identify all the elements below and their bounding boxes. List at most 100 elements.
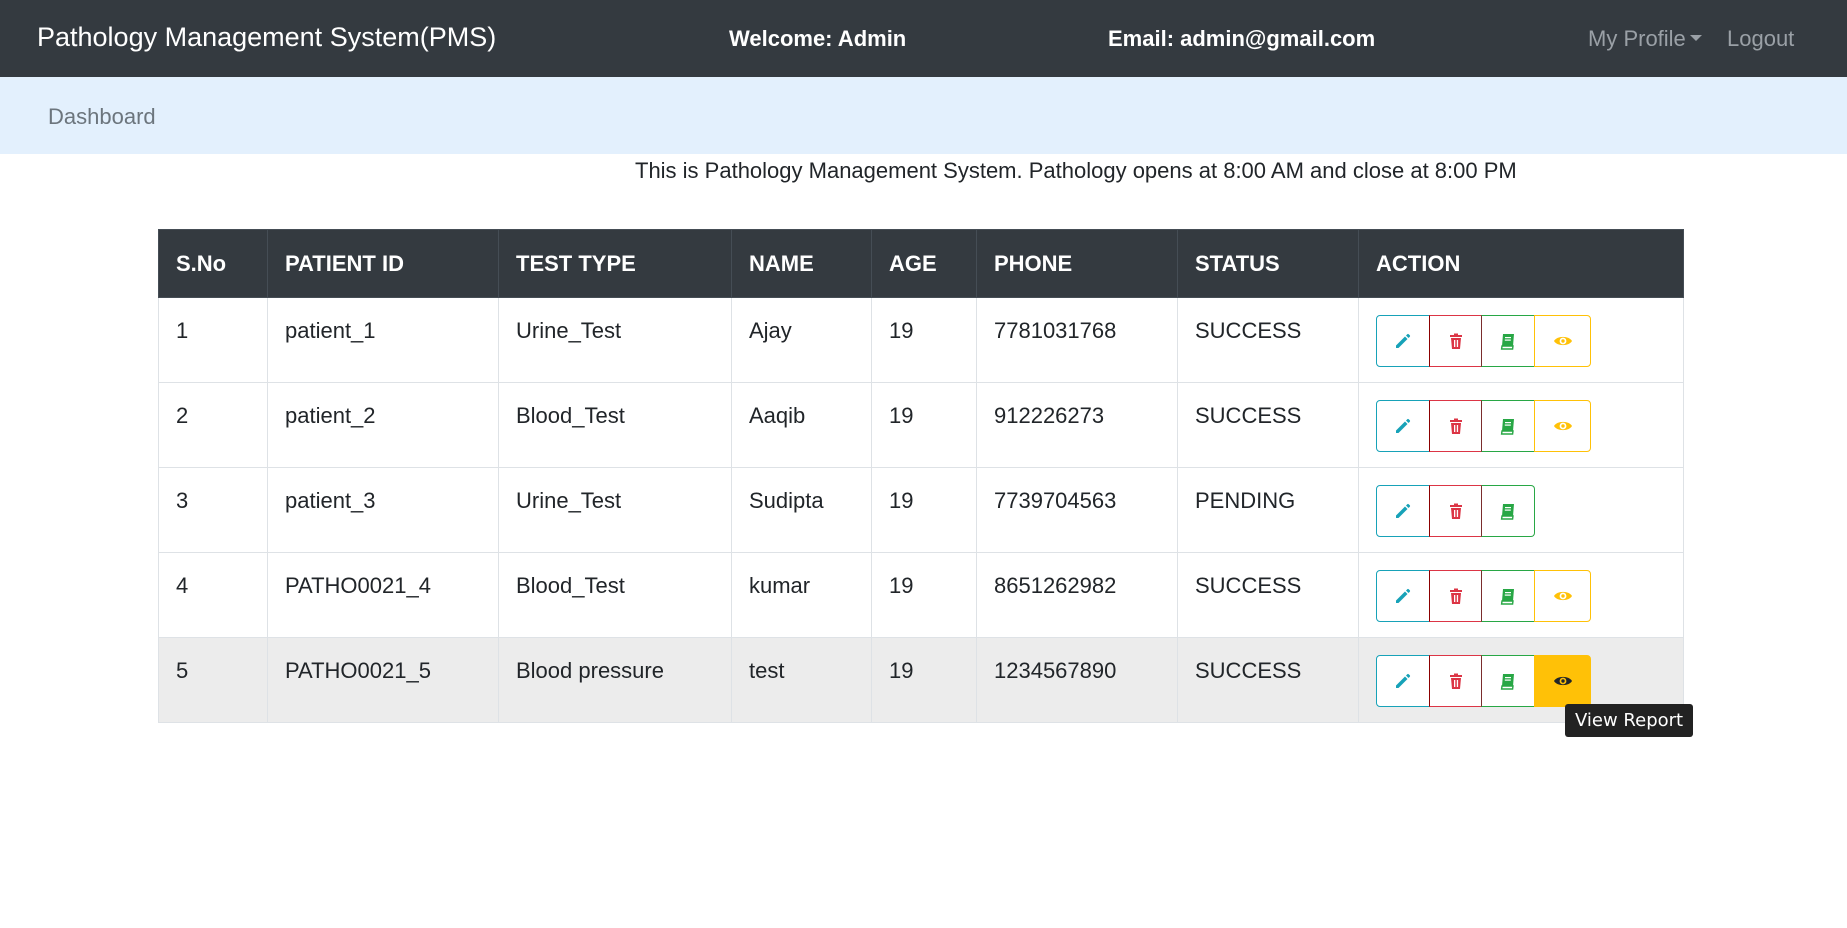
book-icon (1498, 331, 1518, 351)
my-profile-label: My Profile (1588, 26, 1686, 51)
welcome-text: Welcome: Admin (729, 26, 907, 51)
trash-icon (1446, 671, 1466, 691)
table-row: 4 PATHO0021_4 Blood_Test kumar 19 8651262982 S… (158, 552, 1684, 638)
cell-name: Sudipta (731, 467, 872, 553)
cell-action (1358, 467, 1684, 553)
cell-action (1358, 382, 1684, 468)
trash-icon (1446, 586, 1466, 606)
delete-button[interactable] (1429, 655, 1482, 707)
cell-phone: 912226273 (976, 382, 1178, 468)
cell-sno: 4 (158, 552, 268, 638)
eye-icon (1553, 586, 1573, 606)
cell-test-type: Blood pressure (498, 637, 732, 723)
trash-icon (1446, 416, 1466, 436)
book-icon (1498, 586, 1518, 606)
edit-button[interactable] (1376, 400, 1430, 452)
col-header-test-type: TEST TYPE (498, 229, 732, 298)
cell-sno: 3 (158, 467, 268, 553)
pencil-icon (1393, 416, 1413, 436)
view-report-button[interactable] (1534, 400, 1591, 452)
cell-action (1358, 552, 1684, 638)
cell-action (1358, 297, 1684, 383)
cell-age: 19 (871, 297, 977, 383)
cell-name: Aaqib (731, 382, 872, 468)
action-button-group (1376, 315, 1666, 367)
table-row: 5 PATHO0021_5 Blood pressure test 19 12345678… (158, 637, 1684, 723)
trash-icon (1446, 331, 1466, 351)
table-row: 1 patient_1 Urine_Test Ajay 19 7781031768 SUCC… (158, 297, 1684, 383)
cell-status: SUCCESS (1177, 637, 1359, 723)
col-header-sno: S.No (158, 229, 268, 298)
edit-button[interactable] (1376, 655, 1430, 707)
intro-text: This is Pathology Management System. Pat… (635, 158, 1517, 183)
book-icon (1498, 501, 1518, 521)
cell-test-type: Blood_Test (498, 382, 732, 468)
delete-button[interactable] (1429, 570, 1482, 622)
brand-title[interactable]: Pathology Management System(PMS) (37, 22, 496, 53)
col-header-action: ACTION (1358, 229, 1684, 298)
col-header-age: AGE (871, 229, 977, 298)
pencil-icon (1393, 586, 1413, 606)
action-button-group (1376, 655, 1666, 707)
view-report-button[interactable] (1534, 315, 1591, 367)
action-button-group (1376, 400, 1666, 452)
logout-link[interactable]: Logout (1727, 26, 1794, 52)
cell-patient-id: patient_3 (267, 467, 499, 553)
cell-patient-id: PATHO0021_5 (267, 637, 499, 723)
cell-sno: 2 (158, 382, 268, 468)
cell-status: SUCCESS (1177, 382, 1359, 468)
cell-patient-id: patient_2 (267, 382, 499, 468)
cell-name: Ajay (731, 297, 872, 383)
caret-down-icon (1689, 35, 1702, 42)
table-row: 3 patient_3 Urine_Test Sudipta 19 7739704563 P… (158, 467, 1684, 553)
cell-test-type: Urine_Test (498, 467, 732, 553)
edit-button[interactable] (1376, 315, 1430, 367)
cell-sno: 5 (158, 637, 268, 723)
cell-name: test (731, 637, 872, 723)
action-button-group (1376, 485, 1666, 537)
cell-status: PENDING (1177, 467, 1359, 553)
pencil-icon (1393, 331, 1413, 351)
pencil-icon (1393, 501, 1413, 521)
cell-status: SUCCESS (1177, 552, 1359, 638)
edit-button[interactable] (1376, 570, 1430, 622)
edit-button[interactable] (1376, 485, 1430, 537)
delete-button[interactable] (1429, 400, 1482, 452)
delete-button[interactable] (1429, 485, 1482, 537)
view-report-button[interactable] (1534, 655, 1591, 707)
cell-name: kumar (731, 552, 872, 638)
table-row: 2 patient_2 Blood_Test Aaqib 19 912226273 SUCC… (158, 382, 1684, 468)
top-navbar: Pathology Management System(PMS) Welcome… (0, 0, 1847, 77)
sub-navbar: Dashboard (0, 77, 1847, 154)
dashboard-link[interactable]: Dashboard (48, 104, 156, 130)
cell-patient-id: patient_1 (267, 297, 499, 383)
eye-icon (1553, 331, 1573, 351)
report-button[interactable] (1481, 570, 1535, 622)
view-report-button[interactable] (1534, 570, 1591, 622)
cell-phone: 8651262982 (976, 552, 1178, 638)
cell-age: 19 (871, 382, 977, 468)
email-text: Email: admin@gmail.com (1108, 26, 1376, 51)
cell-test-type: Urine_Test (498, 297, 732, 383)
cell-age: 19 (871, 467, 977, 553)
cell-patient-id: PATHO0021_4 (267, 552, 499, 638)
report-button[interactable] (1481, 485, 1535, 537)
cell-sno: 1 (158, 297, 268, 383)
col-header-status: STATUS (1177, 229, 1359, 298)
cell-test-type: Blood_Test (498, 552, 732, 638)
report-button[interactable] (1481, 315, 1535, 367)
report-button[interactable] (1481, 655, 1535, 707)
cell-status: SUCCESS (1177, 297, 1359, 383)
cell-phone: 7739704563 (976, 467, 1178, 553)
view-report-tooltip: View Report (1565, 704, 1694, 737)
cell-age: 19 (871, 637, 977, 723)
col-header-name: NAME (731, 229, 872, 298)
col-header-phone: PHONE (976, 229, 1178, 298)
pencil-icon (1393, 671, 1413, 691)
my-profile-dropdown[interactable]: My Profile (1588, 26, 1702, 52)
table-header-row: S.No PATIENT ID TEST TYPE NAME AGE PHONE… (158, 229, 1684, 298)
report-button[interactable] (1481, 400, 1535, 452)
col-header-patient-id: PATIENT ID (267, 229, 499, 298)
delete-button[interactable] (1429, 315, 1482, 367)
patients-table: S.No PATIENT ID TEST TYPE NAME AGE PHONE… (158, 229, 1684, 723)
